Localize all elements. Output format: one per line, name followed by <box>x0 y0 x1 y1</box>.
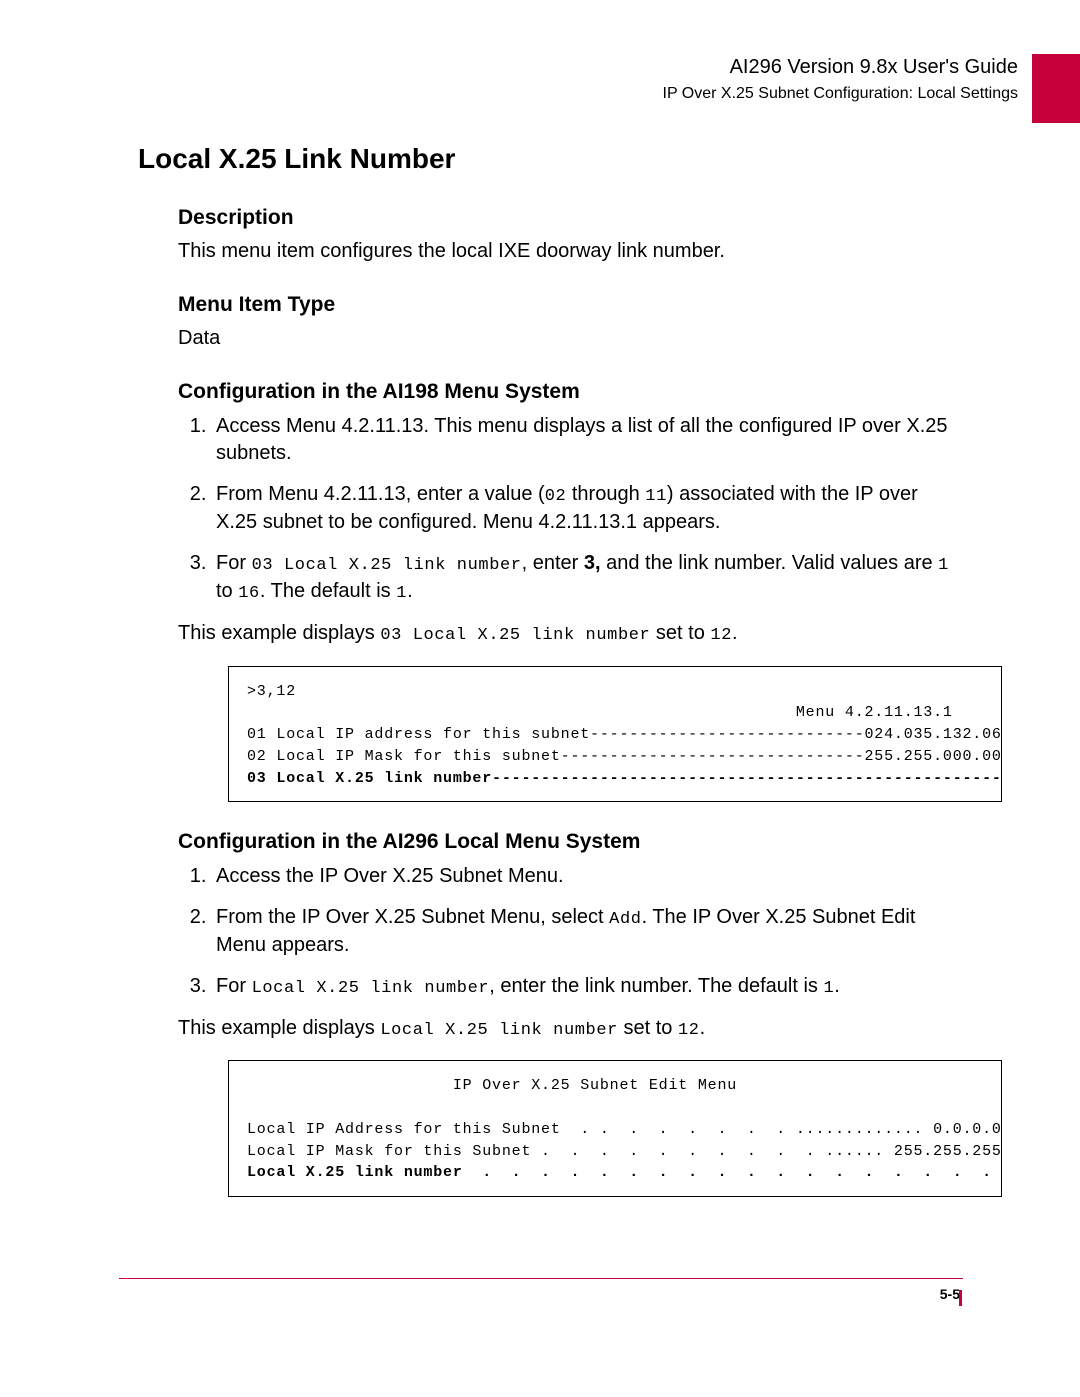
page-number: 5-5 <box>940 1285 960 1304</box>
footer-rule <box>119 1278 963 1279</box>
ai198-example-text: This example displays 03 Local X.25 link… <box>178 620 964 648</box>
ai296-example-text: This example displays Local X.25 link nu… <box>178 1015 964 1043</box>
header-title: AI296 Version 9.8x User's Guide <box>663 54 1018 81</box>
list-item: Access the IP Over X.25 Subnet Menu. <box>212 863 964 890</box>
description-heading: Description <box>178 204 964 232</box>
document-page: AI296 Version 9.8x User's Guide IP Over … <box>0 0 1080 1397</box>
config-ai198-heading: Configuration in the AI198 Menu System <box>178 378 964 406</box>
config-ai296-heading: Configuration in the AI296 Local Menu Sy… <box>178 828 964 856</box>
list-item: For Local X.25 link number, enter the li… <box>212 973 964 1001</box>
section-title: Local X.25 Link Number <box>138 140 964 178</box>
config-ai198-steps: Access Menu 4.2.11.13. This menu display… <box>178 413 964 606</box>
list-item: From the IP Over X.25 Subnet Menu, selec… <box>212 904 964 959</box>
ai198-code-box: >3,12 Menu 4.2.11.13.1 01 Local IP addre… <box>228 666 1002 803</box>
menu-item-type-value: Data <box>178 325 964 352</box>
description-text: This menu item configures the local IXE … <box>178 238 964 265</box>
header-subtitle: IP Over X.25 Subnet Configuration: Local… <box>663 83 1018 105</box>
header-text: AI296 Version 9.8x User's Guide IP Over … <box>663 54 1032 105</box>
page-header: AI296 Version 9.8x User's Guide IP Over … <box>663 54 1080 123</box>
ai296-code-box: IP Over X.25 Subnet Edit Menu Local IP A… <box>228 1060 1002 1197</box>
page-content: Local X.25 Link Number Description This … <box>120 140 964 1211</box>
list-item: Access Menu 4.2.11.13. This menu display… <box>212 413 964 467</box>
list-item: For 03 Local X.25 link number, enter 3, … <box>212 550 964 606</box>
header-accent-box <box>1032 54 1080 123</box>
list-item: From Menu 4.2.11.13, enter a value (02 t… <box>212 481 964 536</box>
page-number-accent <box>959 1290 962 1306</box>
config-ai296-steps: Access the IP Over X.25 Subnet Menu. Fro… <box>178 863 964 1001</box>
menu-item-type-heading: Menu Item Type <box>178 291 964 319</box>
